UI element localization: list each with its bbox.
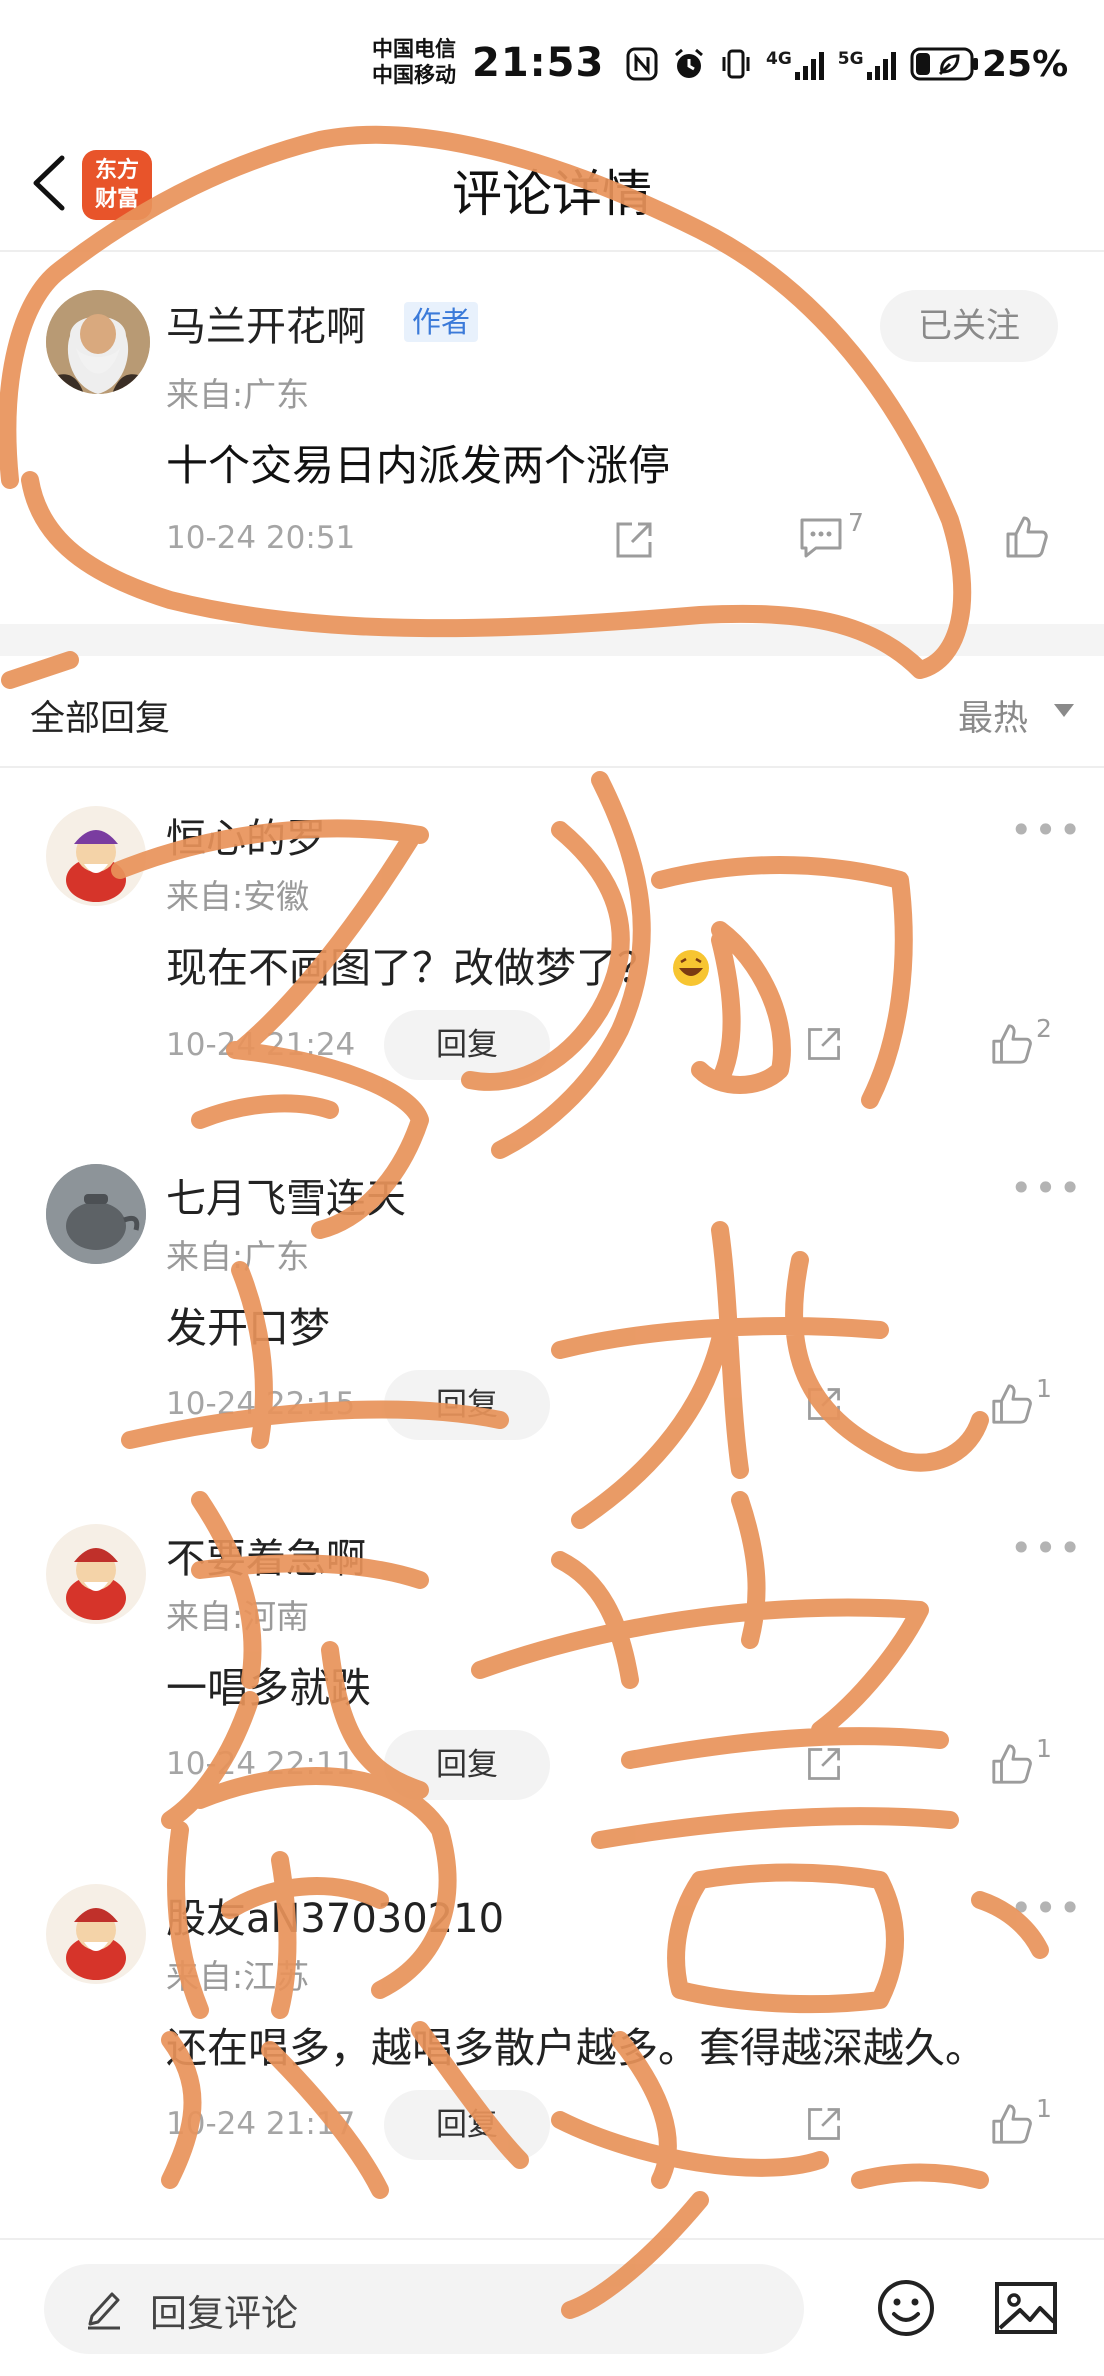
share-icon[interactable] <box>804 2104 844 2148</box>
header-divider <box>0 250 1104 252</box>
share-icon[interactable] <box>612 518 656 566</box>
like-count: 1 <box>1036 1734 1052 1763</box>
more-icon[interactable]: ••• <box>1010 808 1083 852</box>
reply-location: 来自:安徽 <box>166 877 310 916</box>
battery-percent: 25% <box>982 44 1069 85</box>
bottom-divider <box>0 2238 1104 2240</box>
author-name[interactable]: 马兰开花啊 <box>166 294 366 352</box>
reply-location: 来自:广东 <box>166 1237 310 1276</box>
reply-author[interactable]: 恒心的罗 <box>166 806 326 864</box>
reply-avatar[interactable] <box>46 1524 146 1624</box>
comment-text: 十个交易日内派发两个涨停 <box>166 441 671 490</box>
author-avatar[interactable] <box>46 290 150 394</box>
like-icon[interactable] <box>990 1022 1034 1070</box>
image-icon[interactable] <box>994 2278 1058 2342</box>
reply-text: 现在不画图了？改做梦了？ <box>166 934 711 994</box>
laughing-emoji-icon <box>673 950 710 986</box>
reply-time: 10-24 21:24 <box>166 1027 356 1063</box>
sort-dropdown[interactable]: 最热 <box>958 690 1028 741</box>
signal-4g-icon: 4G <box>766 51 824 81</box>
reply-time: 10-24 22:15 <box>166 1386 356 1422</box>
comment-time: 10-24 20:51 <box>166 520 356 556</box>
nfc-icon <box>626 47 658 85</box>
reply-author[interactable]: 股友aN37030210 <box>166 1886 504 1944</box>
section-divider <box>0 624 1104 656</box>
like-count: 1 <box>1036 1374 1052 1403</box>
reply-avatar[interactable] <box>46 1884 146 1984</box>
comment-count: 7 <box>848 508 864 537</box>
reply-author[interactable]: 七月飞雪连天 <box>166 1166 406 1224</box>
reply-button[interactable]: 回复 <box>384 1370 550 1440</box>
status-bar-time: 21:53 <box>472 40 605 86</box>
replies-divider <box>0 766 1104 768</box>
reply-text: 一唱多就跌 <box>166 1664 371 1712</box>
author-badge: 作者 <box>404 302 479 342</box>
reply-text: 还在唱多，越唱多散户越多。套得越深越久。 <box>166 2024 986 2072</box>
reply-time: 10-24 21:17 <box>166 2106 356 2142</box>
share-icon[interactable] <box>804 1744 844 1788</box>
like-icon[interactable] <box>990 1382 1034 1430</box>
share-icon[interactable] <box>804 1024 844 1068</box>
carrier-1: 中国电信 <box>372 37 456 61</box>
like-count: 2 <box>1036 1014 1052 1043</box>
reply-input-placeholder[interactable]: 回复评论 <box>150 2283 298 2337</box>
comment-icon[interactable] <box>798 514 844 564</box>
reply-avatar[interactable] <box>46 806 146 906</box>
battery-icon <box>910 46 980 86</box>
like-count: 1 <box>1036 2094 1052 2123</box>
more-icon[interactable]: ••• <box>1010 1526 1083 1570</box>
like-icon[interactable] <box>990 2102 1034 2150</box>
vibrate-icon <box>720 47 752 85</box>
reply-text: 发开口梦 <box>166 1304 330 1352</box>
reply-avatar[interactable] <box>46 1164 146 1264</box>
reply-button[interactable]: 回复 <box>384 1730 550 1800</box>
reply-location: 来自:河南 <box>166 1597 310 1636</box>
caret-down-icon[interactable] <box>1054 704 1074 717</box>
signal-5g-icon: 5G <box>838 51 896 81</box>
pencil-icon <box>84 2286 124 2334</box>
reply-author[interactable]: 不要着急啊 <box>166 1526 366 1584</box>
follow-button[interactable]: 已关注 <box>880 290 1058 362</box>
reply-time: 10-24 22:11 <box>166 1746 356 1782</box>
page-title: 评论详情 <box>452 165 652 223</box>
status-bar-icons: 4G 5G <box>626 46 980 86</box>
like-icon[interactable] <box>990 1742 1034 1790</box>
status-bar-carrier: 中国电信 中国移动 <box>372 36 467 88</box>
share-icon[interactable] <box>804 1384 844 1428</box>
like-icon[interactable] <box>1004 514 1050 564</box>
reply-button[interactable]: 回复 <box>384 2090 550 2160</box>
more-icon[interactable]: ••• <box>1010 1886 1083 1930</box>
reply-location: 来自:江苏 <box>166 1957 310 1996</box>
alarm-icon <box>672 47 706 85</box>
author-location: 来自:广东 <box>166 375 310 414</box>
carrier-2: 中国移动 <box>372 63 456 87</box>
emoji-icon[interactable] <box>876 2278 936 2342</box>
reply-button[interactable]: 回复 <box>384 1010 550 1080</box>
more-icon[interactable]: ••• <box>1010 1166 1083 1210</box>
all-replies-title: 全部回复 <box>30 699 171 739</box>
